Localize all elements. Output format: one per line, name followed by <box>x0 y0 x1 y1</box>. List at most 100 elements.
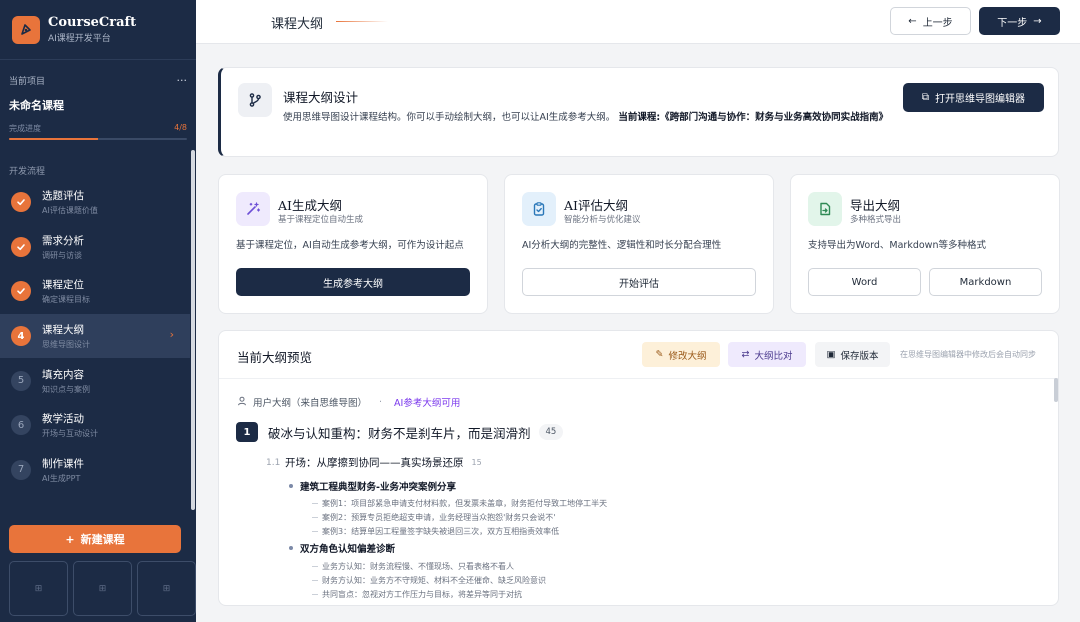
ai-reference-link[interactable]: AI参考大纲可用 <box>394 395 460 409</box>
grid-icon: ⊞ <box>98 583 107 594</box>
preview-header: 当前大纲预览 ✎ 修改大纲 ⇄ 大纲比对 ▣ 保存版本 在思维导图编辑器中修改后… <box>219 331 1058 379</box>
page-title: 课程大纲 <box>271 17 324 32</box>
ai-generate-title: AI生成大纲 <box>278 198 342 213</box>
export-description: 支持导出为Word、Markdown等多种格式 <box>808 240 986 251</box>
step-title: 制作课件 <box>42 457 84 470</box>
step-subtitle: 确定课程目标 <box>42 295 90 305</box>
leaf-item: 案例2：预算专员拒绝超支申请，业务经理当众抱怨'财务只会说不' <box>312 512 556 523</box>
step-item-5[interactable]: 5 填充内容 知识点与案例 <box>0 358 190 403</box>
step-item-1[interactable]: 选题评估 AI评估课题价值 <box>0 180 190 225</box>
project-label: 当前项目 <box>9 77 46 87</box>
quick-action-2[interactable]: ⊞ <box>73 561 132 616</box>
brand-subtitle: AI课程开发平台 <box>48 34 111 44</box>
edit-outline-button[interactable]: ✎ 修改大纲 <box>642 342 720 367</box>
chapter-duration-badge: 45 <box>538 424 564 440</box>
sidebar: CourseCraft AI课程开发平台 当前项目 ··· 未命名课程 完成进度… <box>0 0 196 622</box>
new-course-button[interactable]: + 新建课程 <box>9 525 181 553</box>
step-number: 5 <box>11 370 31 391</box>
quick-action-1[interactable]: ⊞ <box>9 561 68 616</box>
magic-wand-icon <box>236 192 270 226</box>
progress-value: 4/8 <box>174 123 187 132</box>
bullet-dot <box>289 484 293 488</box>
topic-item: 双方角色认知偏差诊断 <box>289 541 395 555</box>
export-word-button[interactable]: Word <box>808 268 921 296</box>
project-menu-icon[interactable]: ··· <box>177 74 188 87</box>
save-version-label: 保存版本 <box>840 350 879 362</box>
quick-action-3[interactable]: ⊞ <box>137 561 196 616</box>
outline-source: 用户大纲（来自思维导图） · AI参考大纲可用 <box>237 395 460 409</box>
check-icon <box>11 192 31 213</box>
compare-outline-button[interactable]: ⇄ 大纲比对 <box>728 342 806 367</box>
next-step-label: 下一步 <box>997 17 1028 29</box>
preview-scrollbar[interactable] <box>1054 378 1058 402</box>
leaf-text: 案例3：结算单因工程量签字缺失被退回三次，双方互相指责效率低 <box>322 527 560 536</box>
step-item-2[interactable]: 需求分析 调研与访谈 <box>0 225 190 270</box>
brand-name: CourseCraft <box>48 15 137 30</box>
arrow-right-icon: → <box>1033 15 1042 27</box>
sidebar-scrollbar[interactable] <box>191 150 195 510</box>
top-header: 课程大纲 ← 上一步 下一步 → <box>196 0 1080 44</box>
chapter-number: 1 <box>236 422 258 442</box>
save-version-button[interactable]: ▣ 保存版本 <box>815 342 890 367</box>
leaf-item: 案例3：结算单因工程量签字缺失被退回三次，双方互相指责效率低 <box>312 526 559 537</box>
start-evaluation-button[interactable]: 开始评估 <box>522 268 756 296</box>
file-export-icon <box>808 192 842 226</box>
preview-title: 当前大纲预览 <box>237 350 313 365</box>
ai-generate-subtitle: 基于课程定位自动生成 <box>278 215 364 225</box>
chevron-right-icon: › <box>169 327 174 341</box>
step-subtitle: 开场与互动设计 <box>42 429 98 439</box>
step-item-4[interactable]: 4 课程大纲思维导图设计 › <box>0 313 190 359</box>
leaf-item: 共同盲点：忽视对方工作压力与目标，将差异等同于对抗 <box>312 589 522 600</box>
topic-title: 双方角色认知偏差诊断 <box>300 544 396 555</box>
leaf-text: 案例2：预算专员拒绝超支申请，业务经理当众抱怨'财务只会说不' <box>322 513 556 522</box>
ai-evaluate-description: AI分析大纲的完整性、逻辑性和时长分配合理性 <box>522 240 722 251</box>
design-title: 课程大纲设计 <box>283 90 359 105</box>
leaf-item: 业务方认知：财务流程慢、不懂现场、只看表格不看人 <box>312 561 514 572</box>
step-item-3[interactable]: 课程定位确定课程目标 <box>0 269 190 314</box>
step-title: 课程定位 <box>42 279 84 292</box>
section-row[interactable]: 1.1 开场：从摩擦到协同——真实场景还原 15 <box>266 455 482 470</box>
grid-icon: ⊞ <box>34 583 43 594</box>
user-icon <box>237 396 247 409</box>
arrow-left-icon: ← <box>908 15 917 27</box>
progress-label: 完成进度 <box>9 124 41 133</box>
ai-evaluate-title: AI评估大纲 <box>564 198 628 213</box>
step-subtitle: 思维导图设计 <box>42 340 90 350</box>
generate-outline-button[interactable]: 生成参考大纲 <box>236 268 470 296</box>
step-list: 选题评估 AI评估课题价值 需求分析 调研与访谈 课程定位确定课程目标 4 课程大纲… <box>0 180 190 492</box>
chapter-title: 破冰与认知重构：财务不是刹车片，而是润滑剂 <box>268 425 531 441</box>
check-icon <box>11 281 31 302</box>
step-item-6[interactable]: 6 教学活动 开场与互动设计 <box>0 403 190 448</box>
compare-outline-label: 大纲比对 <box>754 350 793 362</box>
export-markdown-button[interactable]: Markdown <box>929 268 1042 296</box>
leaf-text: 共同盲点：忽视对方工作压力与目标，将差异等同于对抗 <box>322 590 522 599</box>
check-icon <box>11 236 31 257</box>
section-title: 开场：从摩擦到协同——真实场景还原 <box>285 457 464 469</box>
plus-icon: + <box>65 532 75 546</box>
next-step-button[interactable]: 下一步 → <box>979 7 1060 35</box>
ai-evaluate-subtitle: 智能分析与优化建议 <box>564 215 641 225</box>
previous-step-button[interactable]: ← 上一步 <box>890 7 971 35</box>
export-title: 导出大纲 <box>850 198 901 213</box>
autosave-hint: 在思维导图编辑器中修改后会自动同步 <box>900 350 1036 359</box>
previous-step-label: 上一步 <box>922 17 953 29</box>
step-title: 课程大纲 <box>42 324 84 337</box>
leaf-text: 财务方认知：业务方不守规矩、材料不全还催命、缺乏风险意识 <box>322 576 546 585</box>
outline-design-card: 课程大纲设计 使用思维导图设计课程结构。你可以手动绘制大纲，也可以让AI生成参考… <box>218 67 1059 157</box>
brand-logo-icon <box>12 15 40 44</box>
chapter-row[interactable]: 1 破冰与认知重构：财务不是刹车片，而是润滑剂 45 <box>236 422 564 442</box>
step-number: 7 <box>11 459 31 480</box>
source-label: 用户大纲（来自思维导图） <box>253 398 368 409</box>
ai-evaluate-card: AI评估大纲 智能分析与优化建议 AI分析大纲的完整性、逻辑性和时长分配合理性 … <box>504 174 774 314</box>
design-desc-text: 使用思维导图设计课程结构。你可以手动绘制大纲，也可以让AI生成参考大纲。 <box>283 112 616 123</box>
brand[interactable]: CourseCraft AI课程开发平台 <box>0 0 196 60</box>
project-name: 未命名课程 <box>9 99 64 112</box>
clipboard-check-icon <box>522 192 556 226</box>
steps-section-label: 开发流程 <box>9 167 46 177</box>
open-mindmap-button[interactable]: ⧉ 打开思维导图编辑器 <box>903 83 1044 112</box>
leaf-item: 财务方认知：业务方不守规矩、材料不全还催命、缺乏风险意识 <box>312 575 546 586</box>
bullet-dot <box>289 546 293 550</box>
step-item-7[interactable]: 7 制作课件 AI生成PPT <box>0 448 190 493</box>
step-number: 4 <box>11 326 31 347</box>
ai-generate-description: 基于课程定位，AI自动生成参考大纲，可作为设计起点 <box>236 240 464 251</box>
